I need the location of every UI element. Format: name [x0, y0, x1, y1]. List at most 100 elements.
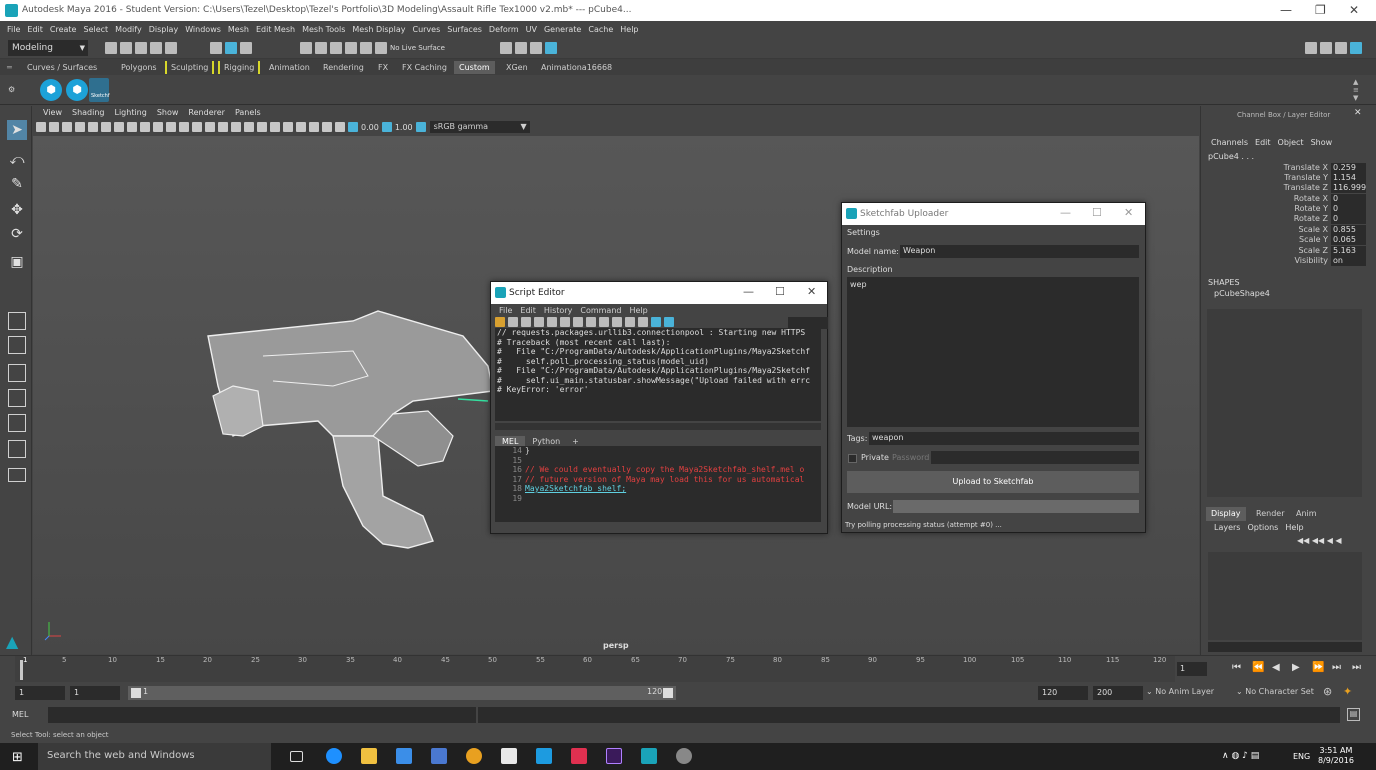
layer-menu-help[interactable]: Help	[1285, 523, 1303, 532]
se-menu-edit[interactable]: Edit	[520, 306, 536, 315]
close-icon[interactable]: ✕	[1349, 3, 1359, 17]
script-input-panel[interactable]: 14} 15 16// We could eventually copy the M…	[495, 446, 821, 522]
save-script-icon[interactable]	[521, 317, 531, 327]
image-plane-icon[interactable]	[75, 122, 85, 132]
tab-rendering[interactable]: Rendering	[323, 61, 364, 74]
camera-select-icon[interactable]	[36, 122, 46, 132]
layer-tab-render[interactable]: Render	[1251, 507, 1289, 521]
depth-of-field-icon[interactable]	[283, 122, 293, 132]
tab-sculpting[interactable]: Sculpting	[165, 61, 215, 74]
maya-taskbar-icon[interactable]	[641, 748, 657, 764]
attr-translate-x[interactable]: Translate X 0.259	[1251, 163, 1366, 173]
menu-uv[interactable]: UV	[526, 25, 537, 34]
single-perspective-layout-icon[interactable]	[8, 312, 26, 330]
shape-name[interactable]: pCubeShape4	[1214, 289, 1270, 298]
colorspace-dropdown[interactable]: sRGB gamma ▼	[429, 121, 530, 133]
menu-modify[interactable]: Modify	[115, 25, 142, 34]
wireframe-on-shaded-icon[interactable]	[192, 122, 202, 132]
layer-menu-options[interactable]: Options	[1247, 523, 1278, 532]
tab-curves-surfaces[interactable]: Curves / Surfaces	[27, 61, 97, 74]
persp-graph-layout-icon[interactable]	[8, 389, 26, 407]
shadows-icon[interactable]	[231, 122, 241, 132]
attr-visibility[interactable]: Visibility on	[1251, 256, 1366, 266]
gate-mask-icon[interactable]	[127, 122, 137, 132]
animation-end-field[interactable]: 200	[1093, 686, 1143, 700]
task-view-icon[interactable]	[290, 751, 303, 762]
tool-settings-icon[interactable]	[1320, 42, 1332, 54]
paint-select-tool-icon[interactable]: ✎	[7, 174, 27, 194]
taskbar-clock[interactable]: 3:51 AM 8/9/2016	[1318, 746, 1354, 766]
minimize-icon[interactable]: —	[743, 285, 754, 298]
live-surface-label[interactable]: No Live Surface	[390, 44, 445, 52]
clear-history-icon[interactable]	[547, 317, 557, 327]
persp-hypershade-layout-icon[interactable]	[8, 414, 26, 432]
minimize-icon[interactable]: —	[1280, 3, 1292, 17]
xray-components-icon[interactable]	[335, 122, 345, 132]
menu-mesh-display[interactable]: Mesh Display	[352, 25, 405, 34]
command-language-label[interactable]: MEL	[12, 710, 28, 719]
steam-icon[interactable]	[501, 748, 517, 764]
film-gate-icon[interactable]	[101, 122, 111, 132]
sketchfab-shelf-button[interactable]: Sketchf	[89, 78, 110, 102]
xray-icon[interactable]	[309, 122, 319, 132]
cb-menu-channels[interactable]: Channels	[1211, 138, 1248, 147]
command-input[interactable]	[48, 707, 476, 723]
snap-grid-icon[interactable]	[300, 42, 312, 54]
layer-tab-anim[interactable]: Anim	[1291, 507, 1322, 521]
clear-input-icon[interactable]	[560, 317, 570, 327]
lasso-tool-icon[interactable]: ⤺	[7, 150, 27, 170]
close-icon[interactable]: ✕	[1354, 108, 1362, 118]
open-script-icon[interactable]	[495, 317, 505, 327]
upload-to-sketchfab-button[interactable]: Upload to Sketchfab	[847, 471, 1139, 493]
sketchfab-upload-icon[interactable]: ⬢	[66, 79, 88, 101]
cb-menu-show[interactable]: Show	[1311, 138, 1333, 147]
edge-browser-icon[interactable]	[326, 748, 342, 764]
select-hierarchy-icon[interactable]	[210, 42, 222, 54]
step-forward-frame-icon[interactable]: ⏩	[1312, 662, 1324, 673]
output-horizontal-scrollbar[interactable]	[495, 423, 821, 430]
minimize-icon[interactable]: —	[1060, 206, 1071, 219]
go-to-start-icon[interactable]: ⏮	[1232, 662, 1241, 673]
snap-point-icon[interactable]	[330, 42, 342, 54]
taskbar-search[interactable]: Search the web and Windows	[38, 743, 271, 770]
playback-start-field[interactable]: 1	[70, 686, 120, 700]
execute-icon[interactable]	[664, 317, 674, 327]
se-menu-history[interactable]: History	[544, 306, 572, 315]
layer-move-icons[interactable]: ◀◀ ◀◀ ◀ ◀	[1297, 536, 1342, 545]
close-icon[interactable]: ✕	[1124, 206, 1133, 219]
snap-live-icon[interactable]	[360, 42, 372, 54]
store-icon[interactable]	[396, 748, 412, 764]
save-scene-icon[interactable]	[135, 42, 147, 54]
menu-deform[interactable]: Deform	[489, 25, 519, 34]
tab-animation[interactable]: Animation	[269, 61, 310, 74]
color-management-icon[interactable]	[415, 122, 426, 132]
gamma-icon[interactable]	[381, 122, 392, 132]
tab-animationa16668[interactable]: Animationa16668	[541, 61, 612, 74]
attr-rotate-y[interactable]: Rotate Y0	[1251, 204, 1366, 214]
se-menu-command[interactable]: Command	[580, 306, 621, 315]
panel-menu-renderer[interactable]: Renderer	[188, 108, 225, 117]
shelf-menu-icon[interactable]: ═	[7, 61, 12, 74]
shelf-options-icon[interactable]: ⚙	[8, 85, 15, 94]
snap-magnet-icon[interactable]	[375, 42, 387, 54]
se-menu-help[interactable]: Help	[629, 306, 647, 315]
description-input[interactable]: wep	[847, 277, 1139, 427]
persp-outliner-layout-icon[interactable]	[8, 364, 26, 382]
panel-menu-lighting[interactable]: Lighting	[114, 108, 146, 117]
grid-toggle-icon[interactable]	[88, 122, 98, 132]
script-editor-icon[interactable]: ▤	[1347, 708, 1360, 721]
menu-help[interactable]: Help	[620, 25, 638, 34]
media-app-icon[interactable]	[571, 748, 587, 764]
render-settings-icon[interactable]	[545, 42, 557, 54]
mode-dropdown[interactable]: Modeling ▼	[8, 40, 88, 56]
attribute-editor-icon[interactable]	[1305, 42, 1317, 54]
play-forward-icon[interactable]: ▶	[1292, 662, 1300, 673]
four-view-layout-icon[interactable]	[8, 336, 26, 354]
snap-view-plane-icon[interactable]	[345, 42, 357, 54]
channel-box-scrollbar[interactable]	[1208, 642, 1362, 652]
file-explorer-icon[interactable]	[361, 748, 377, 764]
settings-menu[interactable]: Settings	[847, 228, 880, 237]
show-input-icon[interactable]	[599, 317, 609, 327]
maximize-icon[interactable]: ☐	[1092, 206, 1102, 219]
textured-icon[interactable]	[205, 122, 215, 132]
